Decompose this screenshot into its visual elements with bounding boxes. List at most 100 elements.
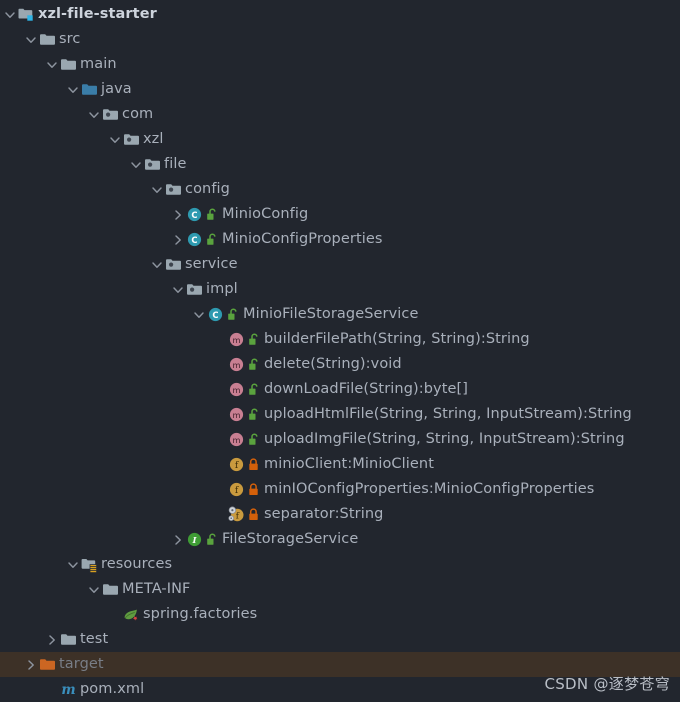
tree-row[interactable]: f separator:String: [0, 502, 680, 527]
tree-row-label: file: [164, 156, 187, 172]
tree-row[interactable]: m builderFilePath(String, String):String: [0, 327, 680, 352]
chevron-down-icon[interactable]: [149, 177, 165, 202]
chevron-down-icon[interactable]: [107, 127, 123, 152]
tree-row[interactable]: f minIOConfigProperties:MinioConfigProper…: [0, 477, 680, 502]
chevron-down-icon[interactable]: [191, 302, 207, 327]
field-icon: f: [228, 456, 245, 473]
class-icon: C: [186, 231, 203, 248]
folder-icon: [60, 631, 77, 648]
tree-row-label: uploadHtmlFile(String, String, InputStre…: [264, 406, 632, 422]
svg-text:C: C: [191, 210, 197, 220]
method-icon: m: [228, 381, 245, 398]
tree-row-label: main: [80, 56, 117, 72]
maven-icon: m: [60, 681, 77, 698]
tree-row-label: minioClient:MinioClient: [264, 456, 435, 472]
svg-text:C: C: [191, 235, 197, 245]
svg-text:m: m: [233, 385, 241, 395]
tree-row[interactable]: m uploadImgFile(String, String, InputStre…: [0, 427, 680, 452]
tree-row-label: resources: [101, 556, 173, 572]
folder-icon: [60, 56, 77, 73]
tree-row[interactable]: target: [0, 652, 680, 677]
tree-row-label: uploadImgFile(String, String, InputStrea…: [264, 431, 625, 447]
package-folder-icon: [165, 181, 182, 198]
tree-row-label: minIOConfigProperties:MinioConfigPropert…: [264, 481, 595, 497]
tree-row-label: META-INF: [122, 581, 191, 597]
lock-closed-icon: [248, 457, 260, 473]
lock-open-icon: [206, 232, 218, 248]
field-icon: f: [228, 481, 245, 498]
tree-row[interactable]: m delete(String):void: [0, 352, 680, 377]
tree-row-label: builderFilePath(String, String):String: [264, 331, 530, 347]
chevron-down-icon[interactable]: [65, 552, 81, 577]
tree-row[interactable]: impl: [0, 277, 680, 302]
chevron-right-icon[interactable]: [44, 627, 60, 652]
tree-row[interactable]: C MinioConfig: [0, 202, 680, 227]
tree-row-label: target: [59, 656, 104, 672]
tree-row-label: xzl-file-starter: [38, 6, 157, 22]
tree-row[interactable]: src: [0, 27, 680, 52]
package-folder-icon: [144, 156, 161, 173]
lock-open-icon: [248, 357, 260, 373]
method-icon: m: [228, 431, 245, 448]
tree-row[interactable]: test: [0, 627, 680, 652]
tree-row[interactable]: xzl-file-starter: [0, 2, 680, 27]
tree-row[interactable]: f minioClient:MinioClient: [0, 452, 680, 477]
tree-row[interactable]: file: [0, 152, 680, 177]
tree-row[interactable]: main: [0, 52, 680, 77]
lock-closed-icon: [248, 482, 260, 498]
chevron-down-icon[interactable]: [44, 52, 60, 77]
tree-row-label: java: [101, 81, 132, 97]
svg-text:m: m: [233, 360, 241, 370]
tree-row-label: FileStorageService: [222, 531, 359, 547]
class-icon: C: [186, 206, 203, 223]
chevron-down-icon[interactable]: [86, 577, 102, 602]
tree-row[interactable]: m uploadHtmlFile(String, String, InputStr…: [0, 402, 680, 427]
project-tree[interactable]: xzl-file-starter src main java com xzl file con…: [0, 0, 680, 702]
chevron-right-icon[interactable]: [23, 652, 39, 677]
chevron-down-icon[interactable]: [128, 152, 144, 177]
chevron-right-icon[interactable]: [170, 227, 186, 252]
tree-row[interactable]: java: [0, 77, 680, 102]
chevron-down-icon[interactable]: [170, 277, 186, 302]
tree-row[interactable]: resources: [0, 552, 680, 577]
tree-row[interactable]: service: [0, 252, 680, 277]
chevron-down-icon[interactable]: [65, 77, 81, 102]
tree-row[interactable]: I FileStorageService: [0, 527, 680, 552]
tree-row[interactable]: META-INF: [0, 577, 680, 602]
tree-row-label: MinioConfig: [222, 206, 309, 222]
folder-icon: [102, 581, 119, 598]
chevron-down-icon[interactable]: [86, 102, 102, 127]
lock-open-icon: [227, 307, 239, 323]
tree-row[interactable]: m pom.xml: [0, 677, 680, 702]
chevron-right-icon[interactable]: [170, 202, 186, 227]
svg-text:m: m: [233, 435, 241, 445]
tree-row-label: separator:String: [264, 506, 384, 522]
lock-open-icon: [248, 407, 260, 423]
tree-row[interactable]: com: [0, 102, 680, 127]
chevron-right-icon[interactable]: [170, 527, 186, 552]
lock-open-icon: [248, 382, 260, 398]
tree-row[interactable]: spring.factories: [0, 602, 680, 627]
tree-row-label: downLoadFile(String):byte[]: [264, 381, 469, 397]
chevron-down-icon[interactable]: [2, 2, 18, 27]
tree-row[interactable]: xzl: [0, 127, 680, 152]
svg-text:m: m: [233, 335, 241, 345]
package-folder-icon: [123, 131, 140, 148]
class-icon: C: [207, 306, 224, 323]
tree-row[interactable]: C MinioConfigProperties: [0, 227, 680, 252]
chevron-down-icon[interactable]: [149, 252, 165, 277]
tree-row[interactable]: m downLoadFile(String):byte[]: [0, 377, 680, 402]
tree-row[interactable]: C MinioFileStorageService: [0, 302, 680, 327]
tree-row[interactable]: config: [0, 177, 680, 202]
chevron-down-icon[interactable]: [23, 27, 39, 52]
tree-row-label: test: [80, 631, 109, 647]
tree-row-label: spring.factories: [143, 606, 258, 622]
package-folder-icon: [186, 281, 203, 298]
